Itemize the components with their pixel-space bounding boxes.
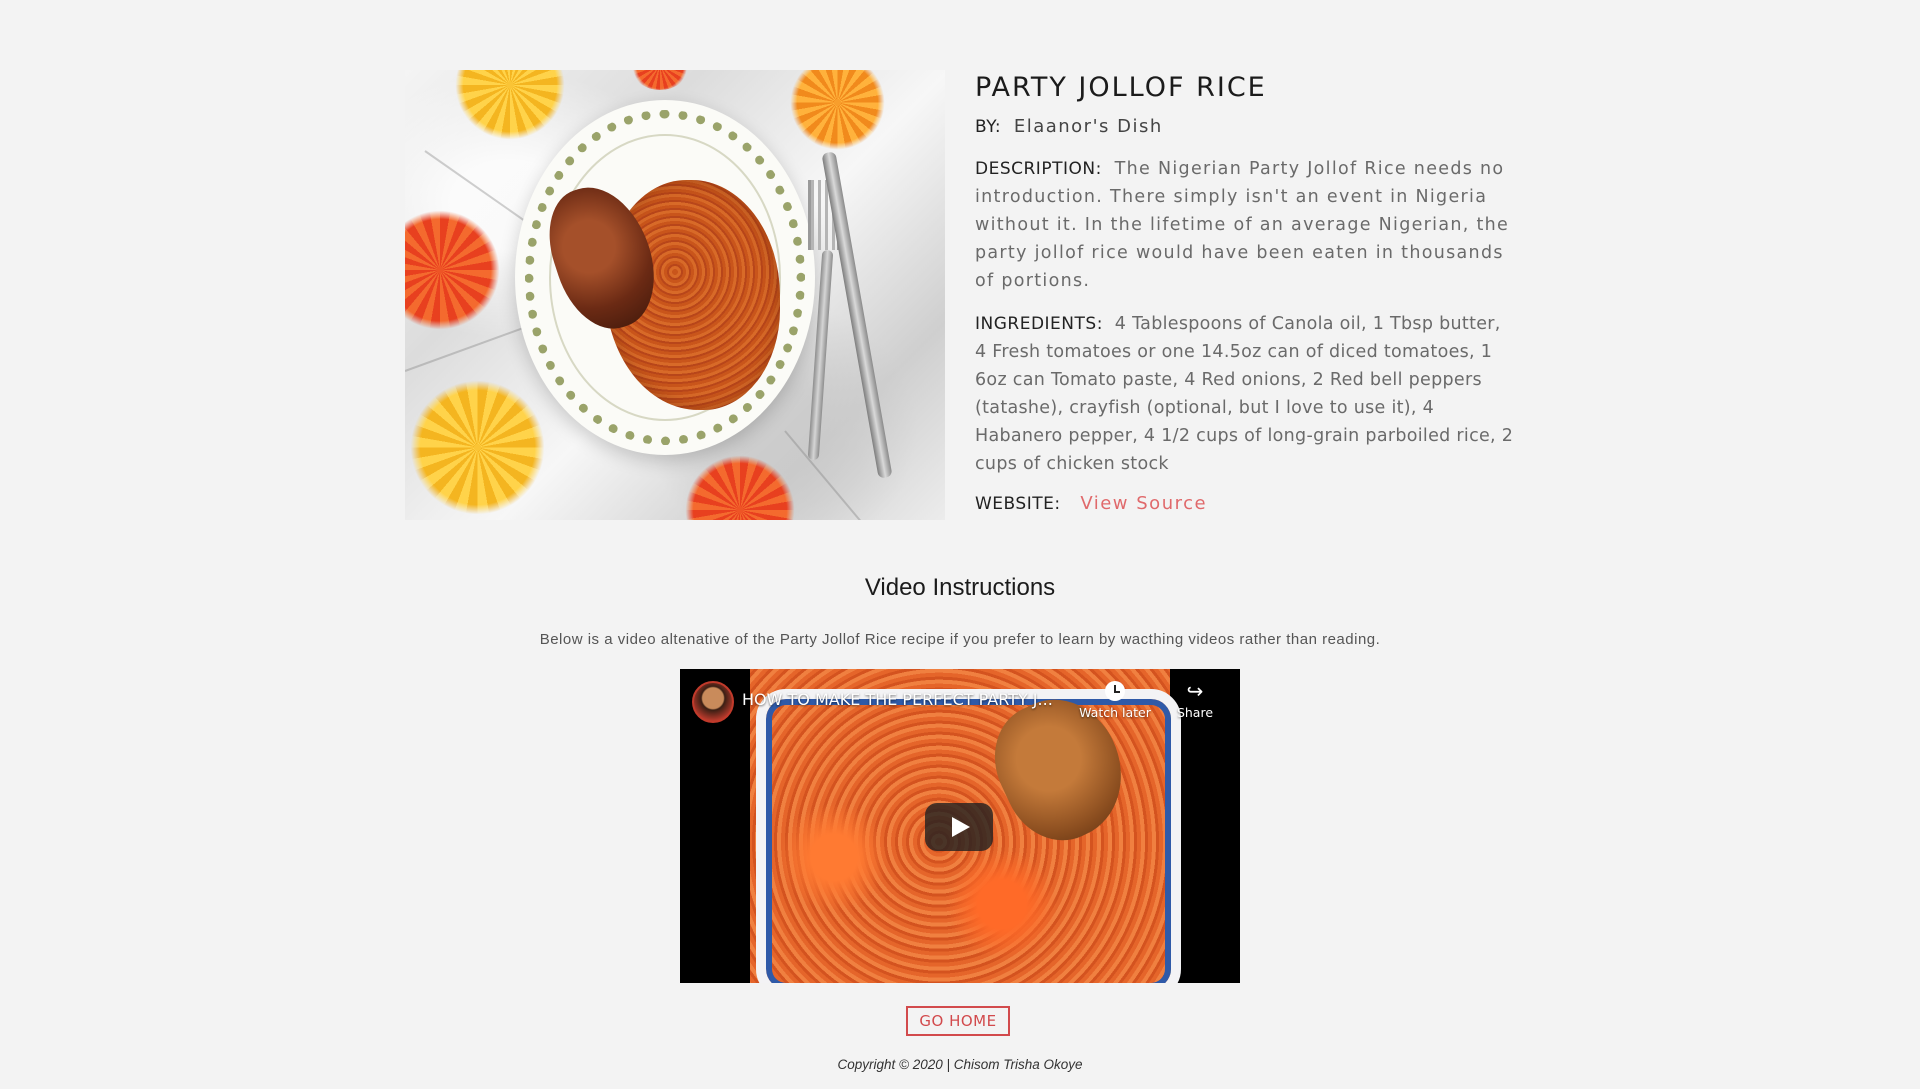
go-home-button[interactable]: GO HOME: [906, 1006, 1010, 1036]
copyright: Copyright © 2020 | Chisom Trisha Okoye: [837, 1057, 1083, 1072]
website-line: WEBSITE: View Source: [975, 493, 1515, 514]
yellow-flower: [410, 380, 545, 515]
yellow-flower: [455, 70, 565, 140]
website-label: WEBSITE:: [975, 494, 1061, 514]
recipe-details: PARTY JOLLOF RICE BY: Elaanor's Dish DES…: [975, 70, 1515, 514]
share-button[interactable]: ↪ Share: [1165, 681, 1225, 720]
clock-icon: [1105, 681, 1125, 701]
channel-avatar[interactable]: [692, 681, 734, 723]
recipe-title: PARTY JOLLOF RICE: [975, 72, 1267, 103]
watch-later-label: Watch later: [1079, 705, 1151, 720]
recipe-page: PARTY JOLLOF RICE BY: Elaanor's Dish DES…: [0, 0, 1920, 1089]
watch-later-button[interactable]: Watch later: [1075, 681, 1155, 720]
red-flower: [630, 70, 690, 90]
play-button[interactable]: [925, 803, 993, 851]
description: DESCRIPTION: The Nigerian Party Jollof R…: [975, 155, 1515, 295]
ingredients: INGREDIENTS: 4 Tablespoons of Canola oil…: [975, 310, 1515, 478]
fork: [807, 180, 840, 461]
video-title[interactable]: HOW TO MAKE THE PERFECT PARTY J...: [742, 690, 1053, 709]
red-flower: [405, 210, 500, 330]
knife: [821, 151, 893, 479]
red-flower: [685, 455, 795, 520]
share-label: Share: [1176, 705, 1214, 720]
video-subtext: Below is a video altenative of the Party…: [539, 631, 1381, 648]
author-value: Elaanor's Dish: [1013, 116, 1163, 137]
recipe-image: [405, 70, 945, 520]
orange-flower: [790, 70, 885, 150]
share-icon: ↪: [1186, 679, 1204, 703]
video-player[interactable]: HOW TO MAKE THE PERFECT PARTY J... Watch…: [680, 669, 1240, 983]
description-label: DESCRIPTION:: [975, 159, 1102, 179]
author-label: BY:: [975, 117, 1002, 137]
author-line: BY: Elaanor's Dish: [975, 116, 1515, 137]
ingredients-text: 4 Tablespoons of Canola oil, 1 Tbsp butt…: [975, 314, 1514, 474]
view-source-link[interactable]: View Source: [1080, 493, 1207, 514]
video-heading: Video Instructions: [864, 574, 1056, 601]
ingredients-label: INGREDIENTS:: [975, 314, 1103, 334]
